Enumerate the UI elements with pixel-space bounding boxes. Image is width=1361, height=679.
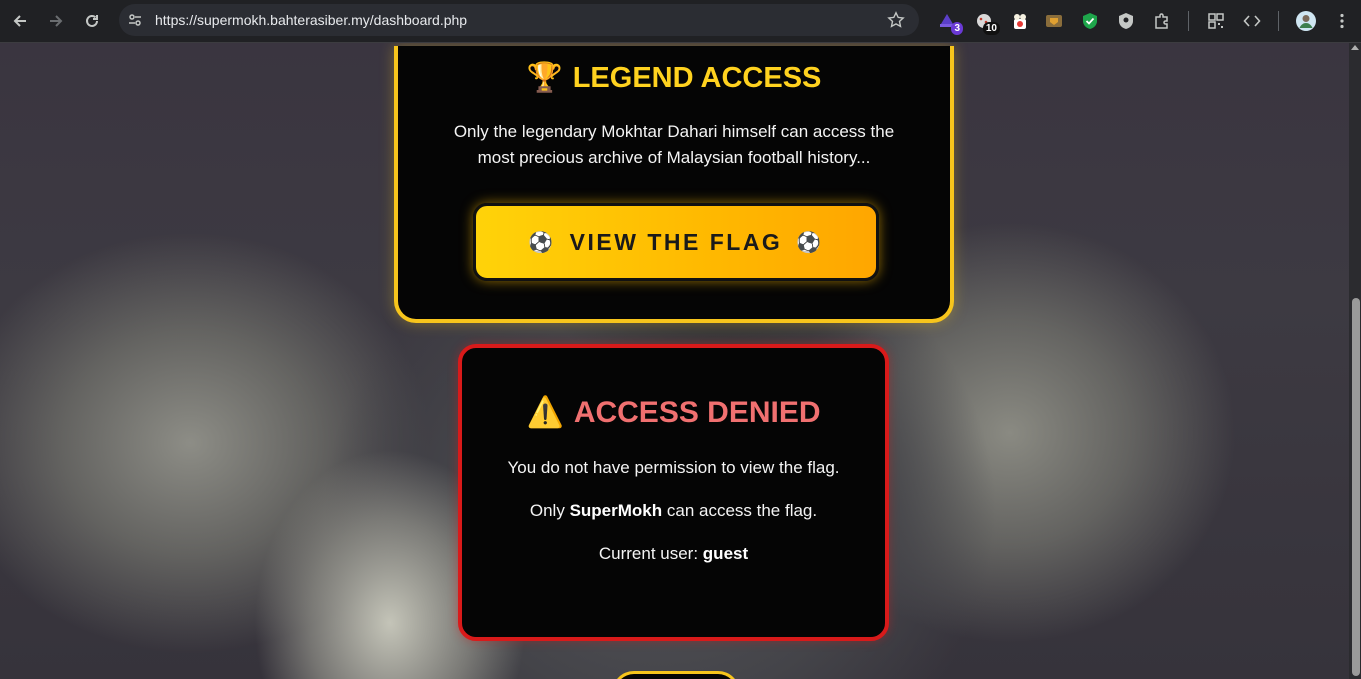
toolbar-separator [1278,11,1279,31]
required-username: SuperMokh [569,501,663,520]
toolbar-separator [1188,11,1189,31]
bookmark-star-icon[interactable] [887,11,905,29]
extension-badge: 3 [951,22,963,35]
reload-icon [86,14,98,27]
soccer-ball-icon: ⚽ [528,231,556,254]
message-text: Current user: [598,544,699,563]
profile-avatar[interactable] [1294,9,1318,33]
legend-description-line: Only the legendary Mokhtar Dahari himsel… [453,122,895,141]
scroll-up-arrow-icon[interactable] [1351,45,1359,50]
cookie-extension-icon[interactable]: 10 [972,9,1000,35]
permission-message: You do not have permission to view the f… [507,458,840,477]
warning-icon: ⚠️ [526,396,564,429]
site-settings-icon [129,14,141,26]
qr-code-icon[interactable] [1204,9,1228,33]
soccer-ball-icon: ⚽ [796,231,824,254]
browser-menu-button[interactable] [1330,9,1354,33]
legend-title-text: LEGEND ACCESS [572,62,822,94]
reload-button[interactable] [80,9,104,33]
access-denied-title-text: ACCESS DENIED [573,396,821,429]
address-bar[interactable]: https://supermokh.bahterasiber.my/dashbo… [119,4,919,36]
current-username: guest [702,544,749,563]
required-user-message: Only SuperMokh can access the flag. [462,501,885,521]
grey-shield-extension-icon[interactable] [1114,9,1138,33]
current-user-message: Current user: guest [462,544,885,564]
message-text: Only [529,501,565,520]
back-button[interactable] [8,9,32,33]
crest-extension-icon[interactable] [1042,9,1066,33]
extensions-puzzle-icon[interactable] [1150,9,1174,33]
scrollbar-thumb[interactable] [1352,298,1360,676]
popcorn-extension-icon[interactable] [1008,9,1032,33]
hat-extension-icon[interactable]: 3 [935,9,963,35]
arrow-left-icon [13,15,26,27]
kebab-menu-icon [1340,13,1344,29]
message-text: can access the flag. [666,501,818,520]
green-shield-extension-icon[interactable] [1078,9,1102,33]
legend-description-line: most precious archive of Malaysian footb… [477,148,871,167]
view-flag-button[interactable]: ⚽ VIEW THE FLAG ⚽ [473,203,879,281]
view-flag-label: VIEW THE FLAG [569,228,783,255]
access-denied-title: ⚠️ ACCESS DENIED [462,395,885,430]
trophy-icon: 🏆 [526,62,563,94]
legend-access-card: 🏆 LEGEND ACCESS Only the legendary Mokhta… [394,46,954,323]
devtools-code-icon[interactable] [1240,9,1264,33]
dashboard-page: 🏆 LEGEND ACCESS Only the legendary Mokhta… [0,43,1349,679]
access-denied-card: ⚠️ ACCESS DENIED You do not have permissi… [458,344,889,641]
forward-button[interactable] [44,9,68,33]
legend-title: 🏆 LEGEND ACCESS [398,61,950,95]
url-text[interactable]: https://supermokh.bahterasiber.my/dashbo… [155,12,467,28]
arrow-right-icon [50,15,63,27]
legend-description: Only the legendary Mokhtar Dahari himsel… [438,119,910,171]
extension-badge: 10 [982,22,1000,35]
browser-toolbar: https://supermokh.bahterasiber.my/dashbo… [0,0,1361,43]
next-card-peek [612,671,740,679]
